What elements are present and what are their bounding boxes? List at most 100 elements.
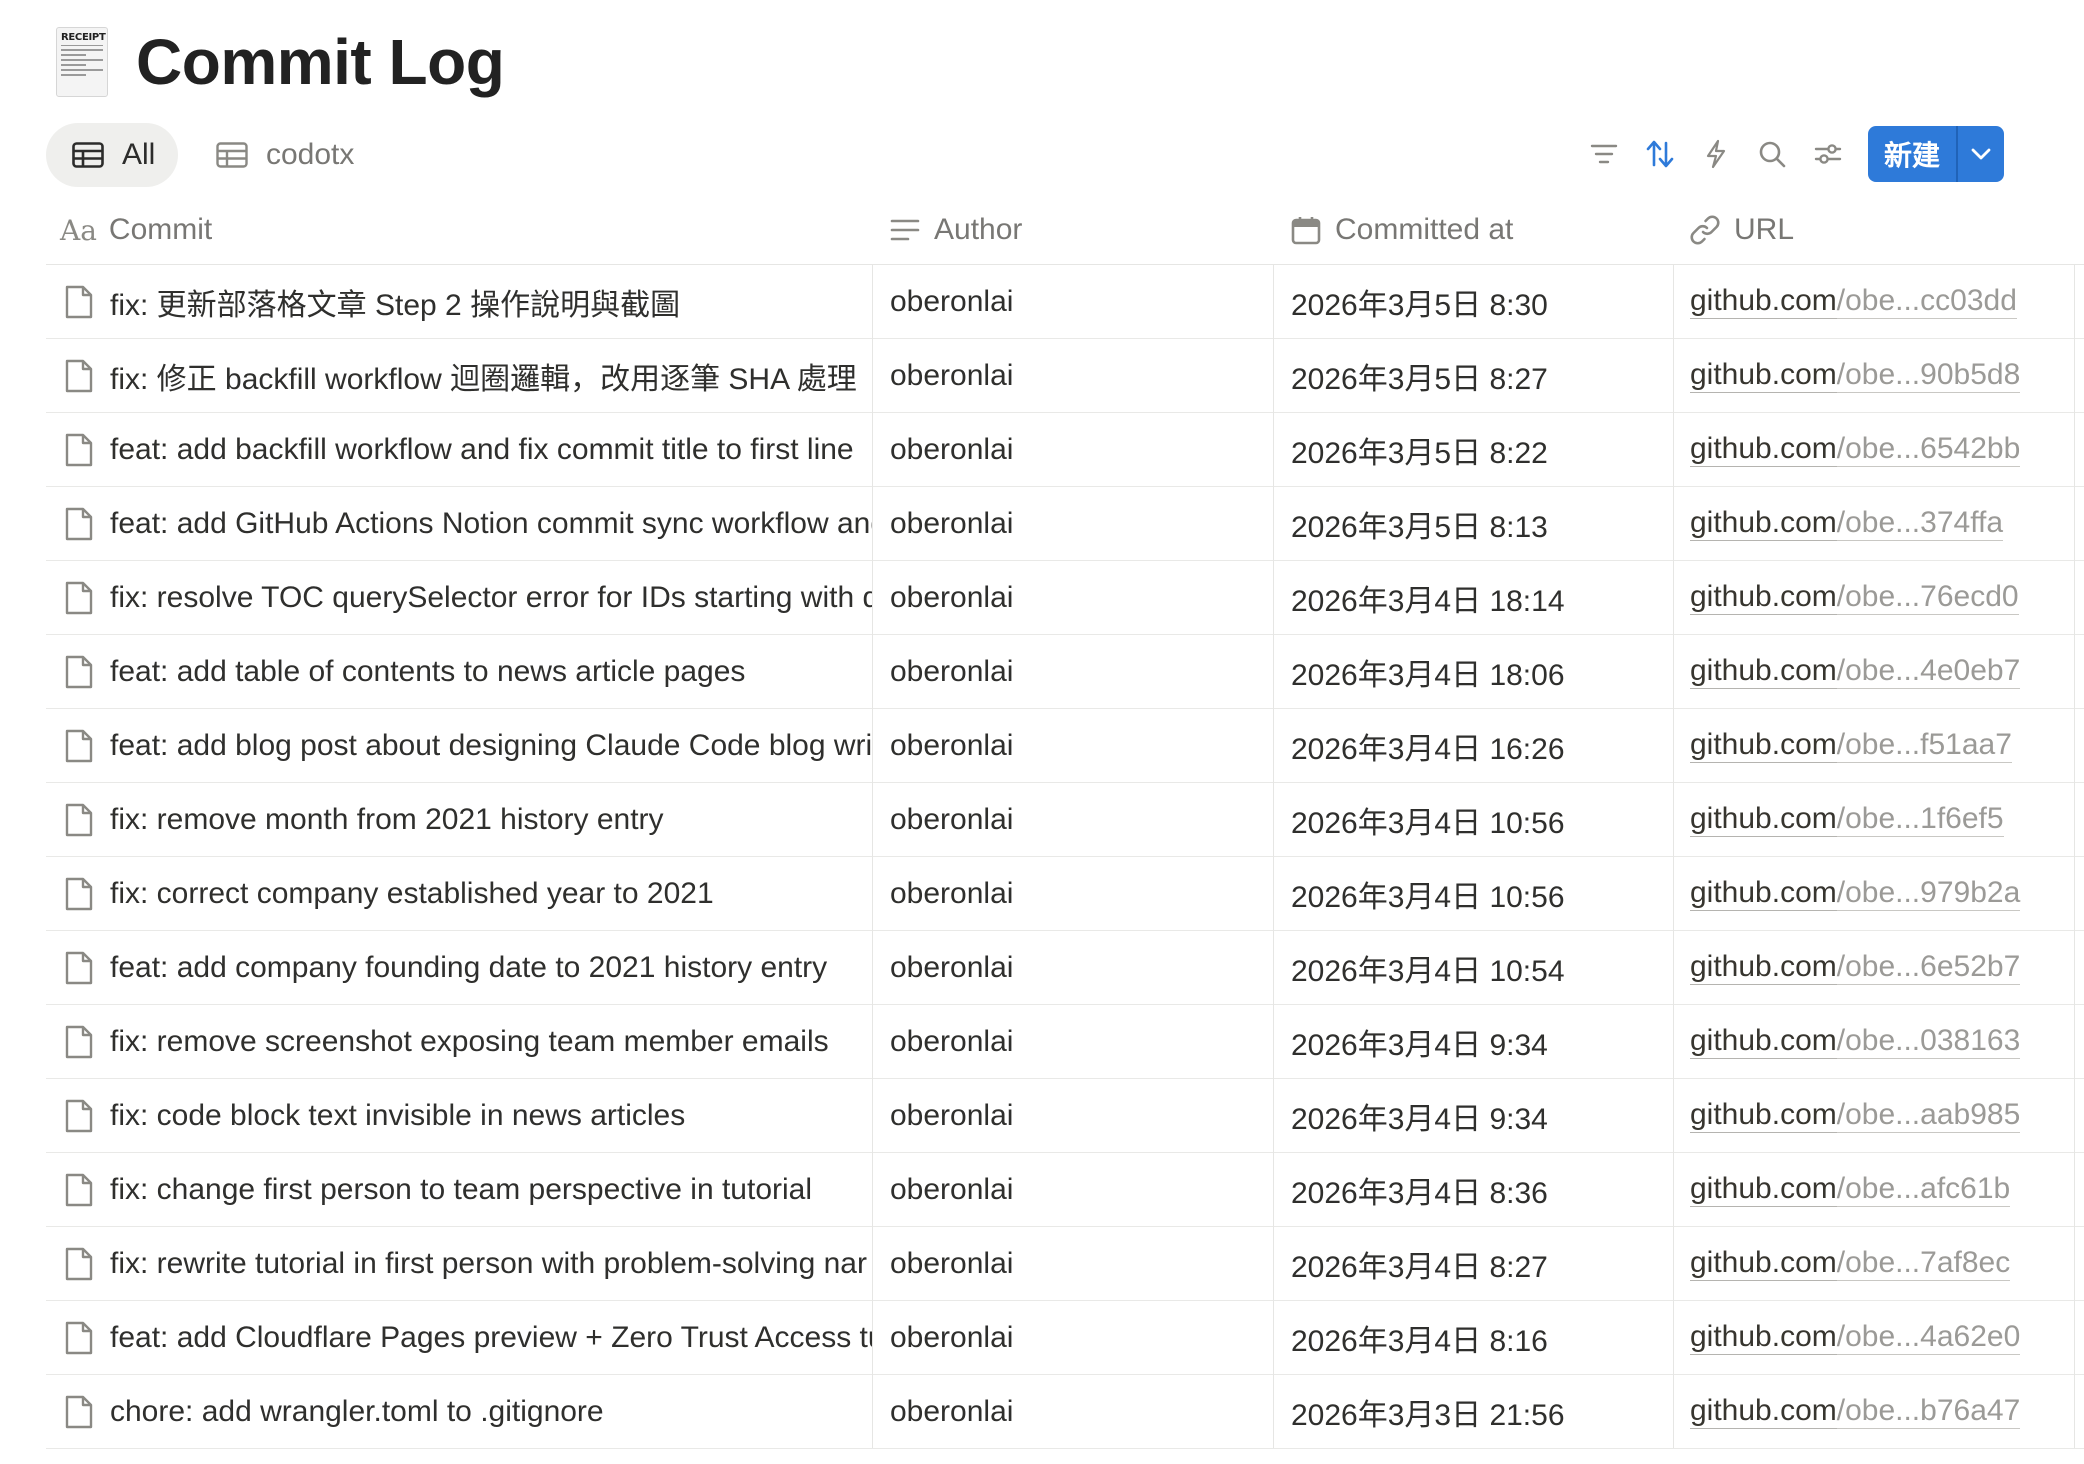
- commit-title[interactable]: feat: add GitHub Actions Notion commit s…: [110, 507, 872, 541]
- url-cell[interactable]: github.com/obe...4a62e0: [1690, 1301, 2084, 1374]
- view-tab-all[interactable]: All: [46, 123, 178, 187]
- url-cell[interactable]: github.com/obe...4e0eb7: [1690, 635, 2084, 708]
- commit-title[interactable]: feat: add blog post about designing Clau…: [110, 729, 872, 763]
- author-cell[interactable]: oberonlai: [890, 931, 1270, 1004]
- url-cell[interactable]: github.com/obe...6542bb: [1690, 413, 2084, 486]
- committed-at-cell[interactable]: 2026年3月5日 8:27: [1291, 339, 1671, 412]
- url-cell[interactable]: github.com/obe...f51aa7: [1690, 709, 2084, 782]
- url-link-host[interactable]: github.com: [1690, 1394, 1837, 1429]
- committed-at-cell[interactable]: 2026年3月4日 8:27: [1291, 1227, 1671, 1300]
- commit-title[interactable]: feat: add backfill workflow and fix comm…: [110, 433, 872, 467]
- url-link-host[interactable]: github.com: [1690, 284, 1837, 319]
- page-title[interactable]: Commit Log: [136, 25, 505, 99]
- commit-cell[interactable]: chore: add wrangler.toml to .gitignore: [46, 1375, 872, 1448]
- table-row[interactable]: feat: add company founding date to 2021 …: [46, 931, 2084, 1005]
- commit-cell[interactable]: feat: add table of contents to news arti…: [46, 635, 872, 708]
- commit-cell[interactable]: feat: add blog post about designing Clau…: [46, 709, 872, 782]
- url-link-path[interactable]: /obe...90b5d8: [1836, 358, 2021, 393]
- url-link-host[interactable]: github.com: [1690, 654, 1837, 689]
- url-link-path[interactable]: /obe...6e52b7: [1836, 950, 2021, 985]
- url-cell[interactable]: github.com/obe...90b5d8: [1690, 339, 2084, 412]
- author-cell[interactable]: oberonlai: [890, 709, 1270, 782]
- committed-at-cell[interactable]: 2026年3月4日 10:56: [1291, 783, 1671, 856]
- column-header-commit[interactable]: Aa Commit: [60, 196, 212, 264]
- column-header-url[interactable]: URL: [1690, 196, 1794, 264]
- commit-cell[interactable]: fix: code block text invisible in news a…: [46, 1079, 872, 1152]
- commit-title[interactable]: fix: 更新部落格文章 Step 2 操作說明與截圖: [110, 280, 872, 324]
- url-cell[interactable]: github.com/obe...038163: [1690, 1005, 2084, 1078]
- committed-at-cell[interactable]: 2026年3月4日 18:14: [1291, 561, 1671, 634]
- view-tab-codotx[interactable]: codotx: [202, 123, 354, 187]
- author-cell[interactable]: oberonlai: [890, 1227, 1270, 1300]
- sort-icon[interactable]: [1644, 138, 1676, 170]
- url-link-path[interactable]: /obe...cc03dd: [1836, 284, 2017, 319]
- table-row[interactable]: chore: add wrangler.toml to .gitignore ob…: [46, 1375, 2084, 1449]
- table-row[interactable]: fix: change first person to team perspec…: [46, 1153, 2084, 1227]
- committed-at-cell[interactable]: 2026年3月5日 8:13: [1291, 487, 1671, 560]
- author-cell[interactable]: oberonlai: [890, 339, 1270, 412]
- committed-at-cell[interactable]: 2026年3月4日 9:34: [1291, 1005, 1671, 1078]
- url-cell[interactable]: github.com/obe...cc03dd: [1690, 265, 2084, 338]
- commit-title[interactable]: feat: add table of contents to news arti…: [110, 655, 872, 689]
- committed-at-cell[interactable]: 2026年3月3日 21:56: [1291, 1375, 1671, 1448]
- url-cell[interactable]: github.com/obe...afc61b: [1690, 1153, 2084, 1226]
- column-header-committed-at[interactable]: Committed at: [1291, 196, 1513, 264]
- receipt-icon[interactable]: RECEIPT: [56, 27, 108, 97]
- committed-at-cell[interactable]: 2026年3月4日 10:54: [1291, 931, 1671, 1004]
- table-row[interactable]: fix: code block text invisible in news a…: [46, 1079, 2084, 1153]
- url-cell[interactable]: github.com/obe...b76a47: [1690, 1375, 2084, 1448]
- committed-at-cell[interactable]: 2026年3月4日 8:36: [1291, 1153, 1671, 1226]
- author-cell[interactable]: oberonlai: [890, 857, 1270, 930]
- commit-title[interactable]: chore: add wrangler.toml to .gitignore: [110, 1395, 872, 1429]
- url-cell[interactable]: github.com/obe...979b2a: [1690, 857, 2084, 930]
- table-row[interactable]: feat: add blog post about designing Clau…: [46, 709, 2084, 783]
- commit-cell[interactable]: feat: add Cloudflare Pages preview + Zer…: [46, 1301, 872, 1374]
- url-link-host[interactable]: github.com: [1690, 1246, 1837, 1281]
- search-icon[interactable]: [1756, 138, 1788, 170]
- url-cell[interactable]: github.com/obe...374ffa: [1690, 487, 2084, 560]
- commit-cell[interactable]: fix: 更新部落格文章 Step 2 操作說明與截圖: [46, 265, 872, 338]
- url-link-path[interactable]: /obe...7af8ec: [1836, 1246, 2011, 1281]
- commit-title[interactable]: fix: rewrite tutorial in first person wi…: [110, 1247, 872, 1281]
- commit-title[interactable]: fix: 修正 backfill workflow 迴圈邏輯，改用逐筆 SHA …: [110, 354, 872, 398]
- commit-cell[interactable]: fix: resolve TOC querySelector error for…: [46, 561, 872, 634]
- author-cell[interactable]: oberonlai: [890, 783, 1270, 856]
- url-link-host[interactable]: github.com: [1690, 580, 1837, 615]
- new-button[interactable]: 新建: [1868, 126, 2004, 182]
- commit-title[interactable]: fix: resolve TOC querySelector error for…: [110, 581, 872, 615]
- commit-cell[interactable]: fix: 修正 backfill workflow 迴圈邏輯，改用逐筆 SHA …: [46, 339, 872, 412]
- author-cell[interactable]: oberonlai: [890, 1301, 1270, 1374]
- committed-at-cell[interactable]: 2026年3月5日 8:30: [1291, 265, 1671, 338]
- author-cell[interactable]: oberonlai: [890, 265, 1270, 338]
- commit-title[interactable]: fix: code block text invisible in news a…: [110, 1099, 872, 1133]
- author-cell[interactable]: oberonlai: [890, 487, 1270, 560]
- table-row[interactable]: fix: 更新部落格文章 Step 2 操作說明與截圖 oberonlai 2026…: [46, 265, 2084, 339]
- commit-cell[interactable]: fix: correct company established year to…: [46, 857, 872, 930]
- table-row[interactable]: fix: correct company established year to…: [46, 857, 2084, 931]
- table-row[interactable]: feat: add backfill workflow and fix comm…: [46, 413, 2084, 487]
- commit-title[interactable]: feat: add Cloudflare Pages preview + Zer…: [110, 1321, 872, 1355]
- author-cell[interactable]: oberonlai: [890, 1079, 1270, 1152]
- lightning-icon[interactable]: [1700, 138, 1732, 170]
- url-link-host[interactable]: github.com: [1690, 1098, 1837, 1133]
- url-link-path[interactable]: /obe...6542bb: [1836, 432, 2021, 467]
- chevron-down-icon[interactable]: [1958, 147, 2004, 161]
- settings-sliders-icon[interactable]: [1812, 138, 1844, 170]
- url-link-host[interactable]: github.com: [1690, 728, 1837, 763]
- author-cell[interactable]: oberonlai: [890, 1153, 1270, 1226]
- commit-cell[interactable]: fix: remove screenshot exposing team mem…: [46, 1005, 872, 1078]
- url-cell[interactable]: github.com/obe...aab985: [1690, 1079, 2084, 1152]
- author-cell[interactable]: oberonlai: [890, 635, 1270, 708]
- url-link-path[interactable]: /obe...b76a47: [1836, 1394, 2021, 1429]
- url-link-host[interactable]: github.com: [1690, 1172, 1837, 1207]
- url-link-host[interactable]: github.com: [1690, 802, 1837, 837]
- committed-at-cell[interactable]: 2026年3月4日 10:56: [1291, 857, 1671, 930]
- url-link-host[interactable]: github.com: [1690, 950, 1837, 985]
- author-cell[interactable]: oberonlai: [890, 1375, 1270, 1448]
- url-link-path[interactable]: /obe...038163: [1836, 1024, 2021, 1059]
- url-link-host[interactable]: github.com: [1690, 432, 1837, 467]
- url-cell[interactable]: github.com/obe...6e52b7: [1690, 931, 2084, 1004]
- commit-cell[interactable]: fix: rewrite tutorial in first person wi…: [46, 1227, 872, 1300]
- url-link-path[interactable]: /obe...1f6ef5: [1836, 802, 2004, 837]
- table-row[interactable]: feat: add GitHub Actions Notion commit s…: [46, 487, 2084, 561]
